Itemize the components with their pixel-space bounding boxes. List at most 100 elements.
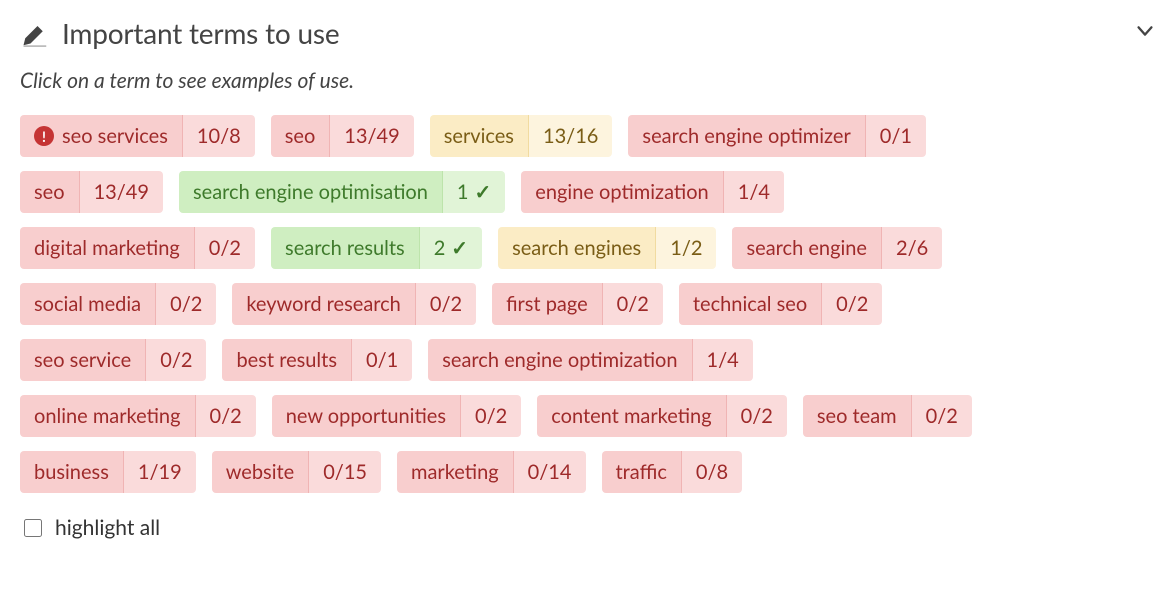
term-chip-count: 0/2 (912, 395, 972, 437)
term-chip-text: seo service (34, 348, 131, 372)
term-chip-label: search engine optimization (428, 339, 692, 381)
term-chip-label: online marketing (20, 395, 196, 437)
term-chip-label: services (430, 115, 529, 157)
term-chip-count: 0/2 (461, 395, 521, 437)
edit-icon (20, 19, 48, 47)
term-chip-text: best results (236, 348, 337, 372)
term-chip-count: 0/1 (866, 115, 926, 157)
term-chip[interactable]: search engines1/2 (498, 227, 716, 269)
term-chip-count: 0/14 (514, 451, 586, 493)
term-chip-count: 1/4 (693, 339, 753, 381)
term-chip[interactable]: content marketing 0/2 (537, 395, 787, 437)
terms-row: business 1/19 website 0/15 marketing 0/14 traf… (20, 451, 1156, 493)
term-chip[interactable]: new opportunities 0/2 (272, 395, 522, 437)
term-chip-count: 0/2 (156, 283, 216, 325)
term-chip[interactable]: search engine 2/6 (732, 227, 942, 269)
term-chip[interactable]: search engine optimisation1✓ (179, 171, 505, 213)
term-chip-text: engine optimization (535, 180, 708, 204)
section-header-left: Important terms to use (20, 16, 339, 50)
term-chip-label: social media (20, 283, 156, 325)
term-chip-text: search engine optimizer (642, 124, 850, 148)
term-chip[interactable]: search engine optimization 1/4 (428, 339, 753, 381)
term-chip[interactable]: engine optimization 1/4 (521, 171, 784, 213)
term-chip-count: 0/2 (416, 283, 476, 325)
term-chip-count: 0/1 (352, 339, 412, 381)
check-icon: ✓ (475, 180, 492, 204)
term-chip-count: 2/6 (882, 227, 942, 269)
terms-row: social media0/2keyword research0/2first … (20, 283, 1156, 325)
term-chip-label: technical seo (679, 283, 822, 325)
term-chip-count: 0/8 (682, 451, 742, 493)
term-chip[interactable]: technical seo0/2 (679, 283, 883, 325)
term-chip-count: 10/8 (183, 115, 255, 157)
term-chip-count: 1✓ (443, 171, 505, 213)
terms-row: online marketing0/2new opportunities0/2c… (20, 395, 1156, 437)
term-chip-count: 13/16 (529, 115, 612, 157)
term-chip-label: search engine (732, 227, 882, 269)
term-chip-count: 1/19 (124, 451, 196, 493)
term-chip-label: content marketing (537, 395, 726, 437)
term-chip-label: best results (222, 339, 352, 381)
term-chip-count: 2✓ (420, 227, 482, 269)
terms-container: !seo services10/8seo13/49services13/16se… (20, 115, 1156, 493)
term-chip-text: first page (506, 292, 588, 316)
term-chip[interactable]: seo service 0/2 (20, 339, 206, 381)
term-chip-text: seo services (62, 124, 168, 148)
term-chip-text: services (444, 124, 514, 148)
term-chip-label: first page (492, 283, 603, 325)
term-chip[interactable]: digital marketing0/2 (20, 227, 255, 269)
chevron-down-icon[interactable] (1134, 20, 1156, 46)
term-chip-label: digital marketing (20, 227, 195, 269)
term-chip[interactable]: seo team 0/2 (803, 395, 972, 437)
term-chip-label: search engine optimizer (628, 115, 865, 157)
term-chip-count: 0/2 (727, 395, 787, 437)
term-chip-text: seo (285, 124, 316, 148)
term-chip-label: search engines (498, 227, 656, 269)
term-chip[interactable]: website 0/15 (212, 451, 381, 493)
highlight-all-row[interactable]: highlight all (20, 515, 1156, 540)
term-chip[interactable]: seo13/49 (271, 115, 414, 157)
term-chip-label: seo service (20, 339, 146, 381)
term-chip[interactable]: keyword research0/2 (232, 283, 476, 325)
term-chip-label: business (20, 451, 124, 493)
term-chip-count: 1/4 (724, 171, 784, 213)
term-chip-count: 0/2 (146, 339, 206, 381)
term-chip[interactable]: search engine optimizer 0/1 (628, 115, 926, 157)
term-chip-label: engine optimization (521, 171, 723, 213)
term-chip-text: seo team (817, 404, 897, 428)
term-chip-text: search engine optimization (442, 348, 677, 372)
term-chip-label: search results (271, 227, 420, 269)
term-chip[interactable]: seo13/49 (20, 171, 163, 213)
term-chip[interactable]: services 13/16 (430, 115, 613, 157)
term-chip-text: new opportunities (286, 404, 446, 428)
term-chip-text: search results (285, 236, 405, 260)
term-chip-text: seo (34, 180, 65, 204)
term-chip-text: business (34, 460, 109, 484)
term-chip-count: 0/2 (603, 283, 663, 325)
term-chip-text: social media (34, 292, 141, 316)
section-header: Important terms to use (20, 16, 1156, 50)
terms-row: seo13/49 search engine optimisation1✓ engi… (20, 171, 1156, 213)
term-chip-label: !seo services (20, 115, 183, 157)
term-chip[interactable]: search results 2✓ (271, 227, 482, 269)
term-chip[interactable]: business 1/19 (20, 451, 196, 493)
term-chip-text: online marketing (34, 404, 181, 428)
term-chip[interactable]: best results 0/1 (222, 339, 412, 381)
term-chip[interactable]: marketing 0/14 (397, 451, 585, 493)
term-chip-text: marketing (411, 460, 499, 484)
term-chip-text: technical seo (693, 292, 807, 316)
term-chip-text: content marketing (551, 404, 711, 428)
term-chip-count: 0/2 (195, 227, 255, 269)
term-chip-label: search engine optimisation (179, 171, 443, 213)
term-chip-count: 0/15 (309, 451, 381, 493)
term-chip-label: traffic (602, 451, 682, 493)
highlight-all-checkbox[interactable] (24, 519, 42, 537)
term-chip-text: search engine (746, 236, 867, 260)
term-chip-text: website (226, 460, 294, 484)
term-chip[interactable]: !seo services10/8 (20, 115, 255, 157)
term-chip[interactable]: social media 0/2 (20, 283, 216, 325)
term-chip[interactable]: online marketing0/2 (20, 395, 256, 437)
term-chip[interactable]: first page 0/2 (492, 283, 663, 325)
check-icon: ✓ (451, 236, 468, 260)
term-chip[interactable]: traffic0/8 (602, 451, 743, 493)
